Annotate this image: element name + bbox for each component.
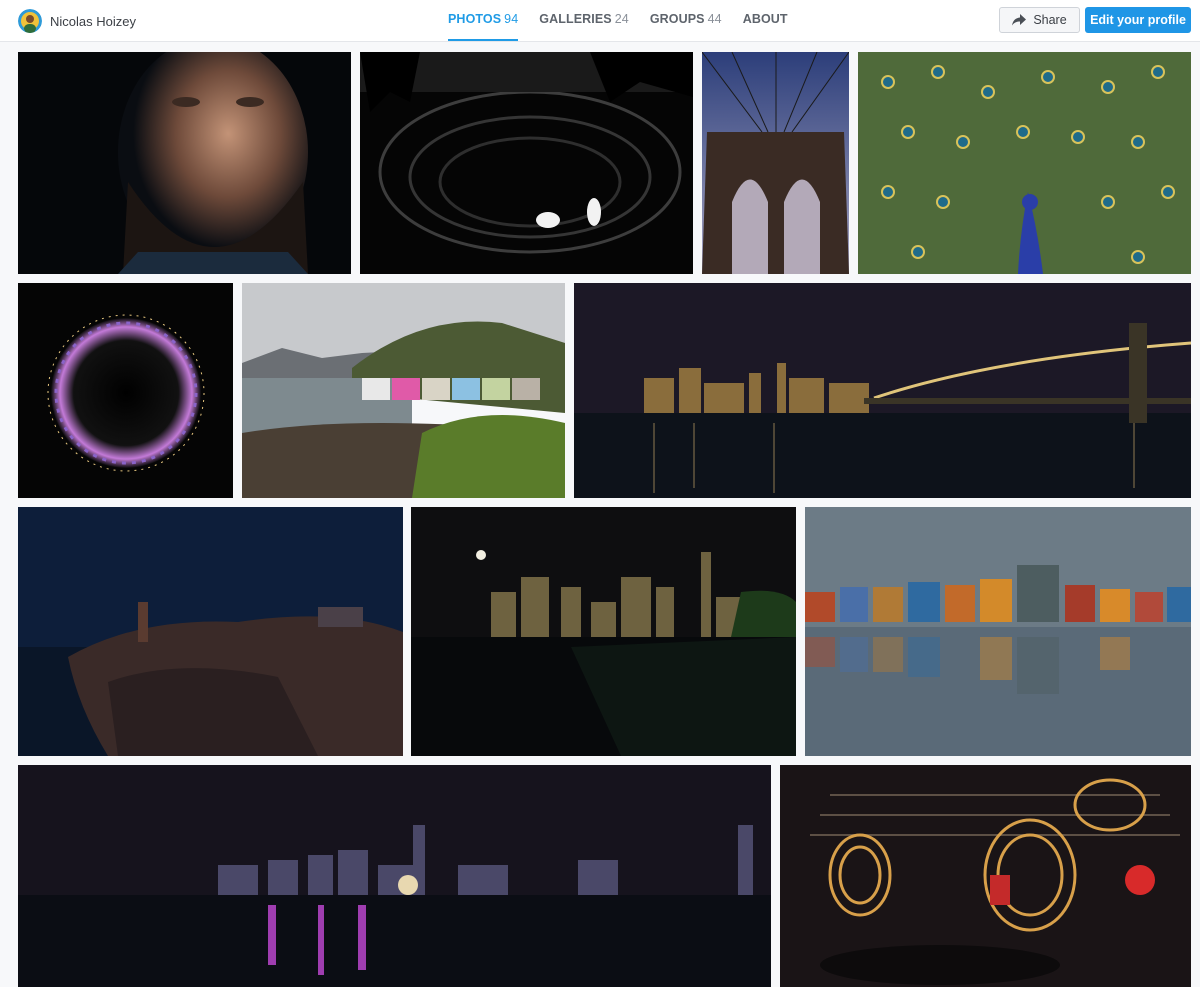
tab-count: 44 — [707, 12, 722, 26]
photo-tile[interactable] — [858, 52, 1191, 274]
tab-groups[interactable]: GROUPS 44 — [650, 0, 722, 42]
share-arrow-icon — [1012, 14, 1027, 26]
edit-profile-button[interactable]: Edit your profile — [1085, 7, 1191, 33]
tab-label: ABOUT — [742, 12, 788, 26]
photo-tile[interactable] — [574, 283, 1191, 498]
profile-tabs: PHOTOS 94 GALLERIES 24 GROUPS 44 ABOUT — [448, 0, 809, 42]
photo-tile[interactable] — [242, 283, 565, 498]
tab-galleries[interactable]: GALLERIES 24 — [539, 0, 629, 42]
photo-tile[interactable] — [360, 52, 693, 274]
photo-tile[interactable] — [18, 507, 403, 756]
photo-tile[interactable] — [18, 283, 233, 498]
avatar-icon — [18, 9, 42, 33]
top-bar: Nicolas Hoizey PHOTOS 94 GALLERIES 24 GROU… — [0, 0, 1200, 42]
tab-photos[interactable]: PHOTOS 94 — [448, 0, 519, 42]
tab-label: PHOTOS — [448, 12, 502, 26]
photo-tile[interactable] — [805, 507, 1191, 756]
tab-label: GALLERIES — [539, 12, 612, 26]
photo-tile[interactable] — [411, 507, 796, 756]
photo-tile[interactable] — [18, 52, 351, 274]
share-button[interactable]: Share — [999, 7, 1080, 33]
photo-tile[interactable] — [18, 765, 771, 987]
edit-profile-label: Edit your profile — [1090, 13, 1186, 27]
photo-tile[interactable] — [702, 52, 849, 274]
tab-count: 94 — [504, 12, 519, 26]
tab-about[interactable]: ABOUT — [743, 0, 788, 42]
user-name: Nicolas Hoizey — [50, 13, 136, 29]
user-profile-link[interactable]: Nicolas Hoizey — [18, 8, 136, 34]
share-label: Share — [1033, 13, 1067, 27]
tab-count: 24 — [614, 12, 629, 26]
tab-label: GROUPS — [649, 12, 705, 26]
photo-tile[interactable] — [780, 765, 1191, 987]
